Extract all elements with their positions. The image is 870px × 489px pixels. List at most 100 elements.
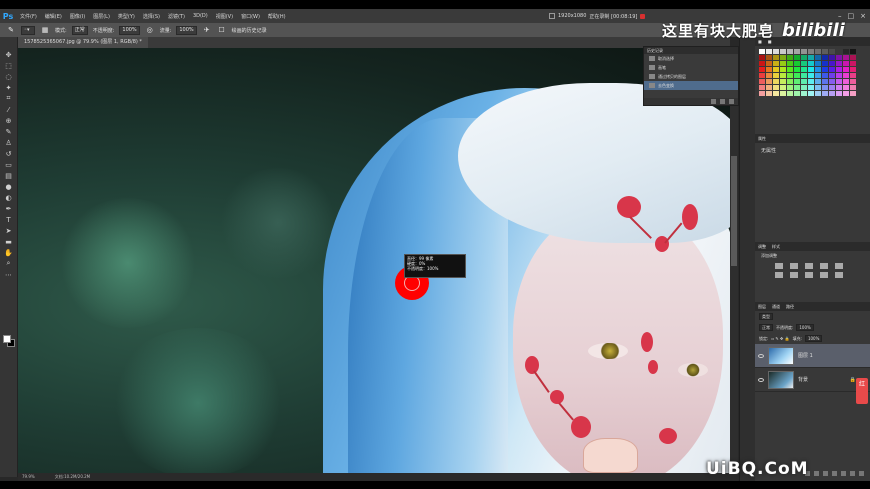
color-swatch[interactable] [780, 61, 786, 66]
folder-icon[interactable] [841, 471, 846, 476]
color-swatch[interactable] [836, 91, 842, 96]
bw-icon[interactable] [805, 272, 813, 278]
color-swatch[interactable] [794, 91, 800, 96]
color-swatch[interactable] [829, 55, 835, 60]
color-swatch[interactable] [850, 79, 856, 84]
color-swatch[interactable] [836, 73, 842, 78]
color-swatch[interactable] [815, 55, 821, 60]
color-swatch[interactable] [787, 91, 793, 96]
color-swatch[interactable] [808, 79, 814, 84]
color-swatch[interactable] [766, 85, 772, 90]
healing-tool-icon[interactable]: ⊕ [3, 115, 15, 126]
adjustment-layer-icon[interactable] [832, 471, 837, 476]
color-swatch[interactable] [829, 85, 835, 90]
layer-opacity-field[interactable]: 100% [796, 324, 814, 331]
color-swatch[interactable] [836, 61, 842, 66]
color-swatch[interactable] [843, 55, 849, 60]
color-swatch[interactable] [822, 55, 828, 60]
color-swatch[interactable] [801, 73, 807, 78]
curves-icon[interactable] [805, 263, 813, 269]
brush-tool-icon[interactable]: ✎ [3, 126, 15, 137]
menu-window[interactable]: 窗口(W) [237, 13, 264, 20]
color-swatch[interactable] [801, 85, 807, 90]
lasso-tool-icon[interactable]: ◌ [3, 71, 15, 82]
color-swatch[interactable] [759, 79, 765, 84]
history-item-selected[interactable]: 去色变换 [644, 81, 738, 90]
close-icon[interactable]: × [860, 11, 866, 21]
crop-tool-icon[interactable]: ⌗ [3, 93, 15, 104]
record-icon[interactable] [640, 13, 646, 19]
document-canvas[interactable]: 直径：99 像素 硬度：0% 不透明度：100% [18, 48, 730, 473]
color-swatch[interactable] [759, 67, 765, 72]
zoom-level[interactable]: 79.9% [22, 473, 35, 481]
tab-channels[interactable]: 通道 [772, 304, 780, 310]
color-swatch[interactable] [759, 91, 765, 96]
color-swatch[interactable] [808, 91, 814, 96]
menu-edit[interactable]: 编辑(E) [41, 13, 66, 20]
levels-icon[interactable] [790, 263, 798, 269]
color-swatch[interactable] [843, 85, 849, 90]
color-swatch[interactable] [794, 79, 800, 84]
color-swatch[interactable] [808, 55, 814, 60]
color-swatch[interactable] [773, 67, 779, 72]
pen-tool-icon[interactable]: ✒ [3, 203, 15, 214]
color-swatch[interactable] [780, 67, 786, 72]
color-swatch[interactable] [829, 49, 835, 54]
color-swatch[interactable] [829, 67, 835, 72]
color-swatch[interactable] [794, 55, 800, 60]
color-balance-icon[interactable] [790, 272, 798, 278]
menu-3d[interactable]: 3D(D) [189, 13, 212, 19]
color-swatch[interactable] [773, 91, 779, 96]
zoom-tool-icon[interactable]: ⌕ [3, 258, 15, 269]
quick-select-tool-icon[interactable]: ✦ [3, 82, 15, 93]
color-swatch[interactable] [843, 61, 849, 66]
color-swatch[interactable] [801, 67, 807, 72]
brush-preset-picker[interactable]: ◦▾ [21, 25, 35, 35]
color-swatch[interactable] [815, 73, 821, 78]
history-brush-icon[interactable]: ☐ [217, 25, 227, 35]
color-swatch[interactable] [766, 91, 772, 96]
color-swatch[interactable] [808, 61, 814, 66]
fx-icon[interactable] [814, 471, 819, 476]
maximize-icon[interactable]: □ [848, 11, 855, 21]
color-swatch[interactable] [822, 73, 828, 78]
color-swatch[interactable] [787, 79, 793, 84]
history-brush-tool-icon[interactable]: ↺ [3, 148, 15, 159]
color-swatch[interactable] [829, 73, 835, 78]
opacity-field[interactable]: 100% [119, 25, 140, 35]
color-swatch[interactable] [801, 79, 807, 84]
color-swatch[interactable] [822, 91, 828, 96]
color-swatch[interactable] [780, 73, 786, 78]
color-swatch[interactable] [759, 73, 765, 78]
color-swatch[interactable] [780, 79, 786, 84]
type-tool-icon[interactable]: T [3, 214, 15, 225]
tab-properties[interactable]: 属性 [758, 136, 766, 142]
color-swatch[interactable] [815, 79, 821, 84]
color-swatch[interactable] [787, 49, 793, 54]
brush-panel-icon[interactable]: ▦ [40, 25, 50, 35]
color-swatch[interactable] [815, 67, 821, 72]
menu-view[interactable]: 视图(V) [212, 13, 237, 20]
eye-icon[interactable] [758, 377, 764, 382]
marquee-tool-icon[interactable]: ⬚ [3, 60, 15, 71]
history-item[interactable]: 取消选择 [644, 54, 738, 63]
color-swatch[interactable] [843, 49, 849, 54]
color-swatch[interactable] [766, 79, 772, 84]
hand-tool-icon[interactable]: ✋ [3, 247, 15, 258]
color-swatch[interactable] [766, 49, 772, 54]
stamp-tool-icon[interactable]: ♙ [3, 137, 15, 148]
color-swatch[interactable] [787, 61, 793, 66]
color-swatch[interactable] [801, 91, 807, 96]
dodge-tool-icon[interactable]: ◐ [3, 192, 15, 203]
color-swatch[interactable] [843, 91, 849, 96]
color-swatch[interactable] [773, 73, 779, 78]
color-swatch[interactable] [780, 55, 786, 60]
color-swatch[interactable] [759, 49, 765, 54]
color-swatch[interactable] [822, 67, 828, 72]
blend-mode-select[interactable]: 正常 [759, 324, 773, 331]
menu-select[interactable]: 选择(S) [139, 13, 164, 20]
color-swatch[interactable] [794, 73, 800, 78]
color-swatch[interactable] [829, 91, 835, 96]
new-layer-icon[interactable] [850, 471, 855, 476]
lock-icons[interactable]: ▫ ✎ ✥ 🔒 [771, 336, 789, 341]
